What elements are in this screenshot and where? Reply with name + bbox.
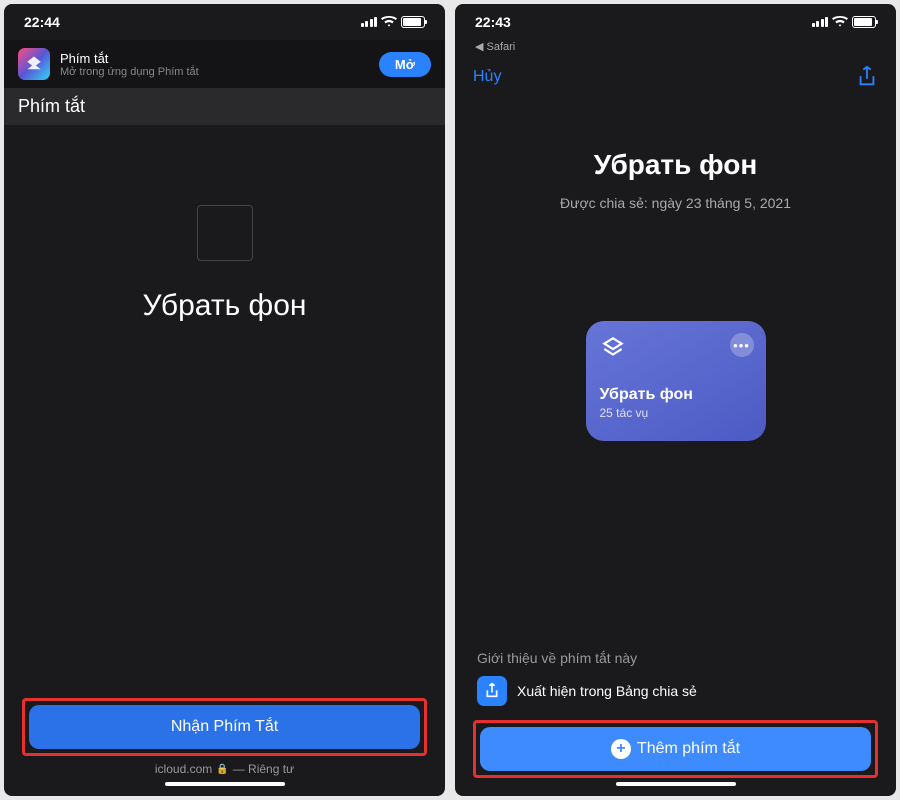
intro-item-label: Xuất hiện trong Bảng chia sẻ [517,683,697,699]
main-content: Убрать фон [4,125,445,698]
shortcut-title: Убрать фон [143,289,307,323]
bottom-area: + Thêm phím tắt [455,720,896,796]
safari-back-link[interactable]: ◀ Safari [455,40,896,55]
cellular-icon [361,17,378,27]
card-action-count: 25 tác vụ [600,406,752,420]
intro-section: Giới thiệu về phím tắt này Xuất hiện tro… [455,650,896,706]
nav-bar: Phím tắt [4,88,445,125]
url-bar[interactable]: icloud.com 🔒 — Riêng tư [22,756,427,778]
battery-icon [401,16,425,28]
shared-date: Được chia sẻ: ngày 23 tháng 5, 2021 [560,195,791,211]
status-icons [812,16,877,28]
share-sheet-icon [477,676,507,706]
app-name: Phím tắt [60,51,369,66]
add-shortcut-button[interactable]: + Thêm phím tắt [480,727,871,771]
card-title: Убрать фон [600,386,752,404]
bottom-area: Nhận Phím Tắt icloud.com 🔒 — Riêng tư [4,698,445,796]
sheet-header: Hủy [455,55,896,89]
app-info: Phím tắt Mở trong ứng dụng Phím tắt [60,51,369,78]
home-indicator[interactable] [165,782,285,786]
wifi-icon [832,16,848,28]
status-bar: 22:43 [455,4,896,40]
layers-icon [600,335,626,361]
nav-title: Phím tắt [18,96,431,117]
url-domain: icloud.com [155,762,212,776]
app-banner: Phím tắt Mở trong ứng dụng Phím tắt Mở [4,40,445,88]
status-time: 22:44 [24,14,60,30]
intro-item-share-sheet: Xuất hiện trong Bảng chia sẻ [477,676,874,706]
get-shortcut-button[interactable]: Nhận Phím Tắt [29,705,420,749]
button-label: Thêm phím tắt [637,740,740,758]
app-subtitle: Mở trong ứng dụng Phím tắt [60,66,369,78]
url-private: — Riêng tư [233,762,294,776]
highlight-box: Nhận Phím Tắt [22,698,427,756]
intro-label: Giới thiệu về phím tắt này [477,650,874,666]
open-button[interactable]: Mở [379,52,431,77]
cancel-button[interactable]: Hủy [473,68,501,86]
plus-icon: + [611,739,631,759]
status-time: 22:43 [475,14,511,30]
cellular-icon [812,17,829,27]
shortcut-card[interactable]: ••• Убрать фон 25 tác vụ [586,321,766,441]
home-indicator[interactable] [616,782,736,786]
shortcut-thumbnail-placeholder [197,205,253,261]
highlight-box: + Thêm phím tắt [473,720,878,778]
share-icon[interactable] [856,65,878,89]
phone-left: 22:44 Phím tắt Mở trong ứng dụng Phím tắ… [4,4,445,796]
phone-right: 22:43 ◀ Safari Hủy Убрать фон Được chia … [455,4,896,796]
shortcuts-app-icon [18,48,50,80]
more-icon[interactable]: ••• [730,333,754,357]
status-icons [361,16,426,28]
status-bar: 22:44 [4,4,445,40]
main-content: Убрать фон Được chia sẻ: ngày 23 tháng 5… [455,89,896,720]
wifi-icon [381,16,397,28]
shortcut-title: Убрать фон [594,149,758,181]
battery-icon [852,16,876,28]
lock-icon: 🔒 [216,764,228,775]
button-label: Nhận Phím Tắt [171,718,278,736]
